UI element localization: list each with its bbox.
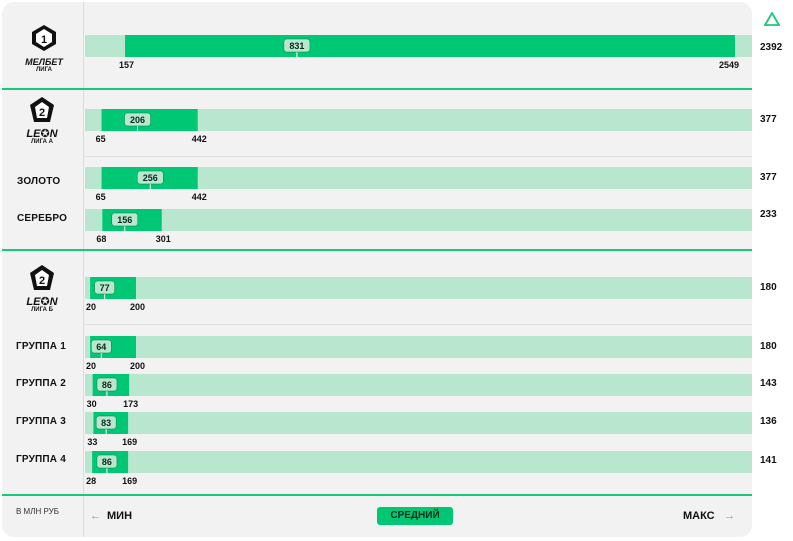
avg-legend: СРЕДНИЙ xyxy=(377,507,453,525)
avg-value: 256 xyxy=(143,173,158,183)
max-legend: МАКС xyxy=(683,510,715,522)
max-tick-value: 173 xyxy=(123,399,138,409)
max-tick-value: 442 xyxy=(192,192,207,202)
min-value: 30 xyxy=(87,399,97,409)
max-tick-value: 200 xyxy=(130,302,145,312)
max-tick-value: 169 xyxy=(122,476,137,486)
unit-label: В МЛН РУБ xyxy=(16,507,59,516)
bar-track xyxy=(85,277,752,299)
bar-track xyxy=(85,412,752,434)
max-tick-value: 301 xyxy=(156,234,171,244)
bar-range xyxy=(125,35,736,57)
max-tick-value: 200 xyxy=(130,361,145,371)
min-value: 157 xyxy=(119,60,134,70)
bar-track xyxy=(85,336,752,358)
min-legend: МИН xyxy=(107,510,133,522)
min-value: 33 xyxy=(87,437,97,447)
avg-value: 77 xyxy=(100,283,110,293)
avg-value: 64 xyxy=(96,342,106,352)
arrow-left-icon: ← xyxy=(90,510,101,522)
min-value: 68 xyxy=(96,234,106,244)
min-value: 65 xyxy=(96,134,106,144)
avg-value: 86 xyxy=(102,457,112,467)
bar-track xyxy=(85,374,752,396)
min-value: 65 xyxy=(96,192,106,202)
avg-value: 86 xyxy=(102,380,112,390)
range-chart: 831 157 2549 206 65 442 256 65 442 156 68 301 77 20 20… xyxy=(85,35,752,486)
avg-value: 831 xyxy=(289,41,304,51)
max-tick-value: 2549 xyxy=(719,60,739,70)
bar-track xyxy=(85,451,752,473)
avg-value: 156 xyxy=(117,215,132,225)
max-tick-value: 169 xyxy=(122,437,137,447)
max-tick-value: 442 xyxy=(192,134,207,144)
bar-track xyxy=(85,209,752,231)
arrow-right-icon: → xyxy=(724,510,735,522)
avg-value: 206 xyxy=(130,115,145,125)
min-value: 20 xyxy=(86,302,96,312)
min-value: 20 xyxy=(86,361,96,371)
min-value: 28 xyxy=(86,476,96,486)
avg-value: 83 xyxy=(101,418,111,428)
